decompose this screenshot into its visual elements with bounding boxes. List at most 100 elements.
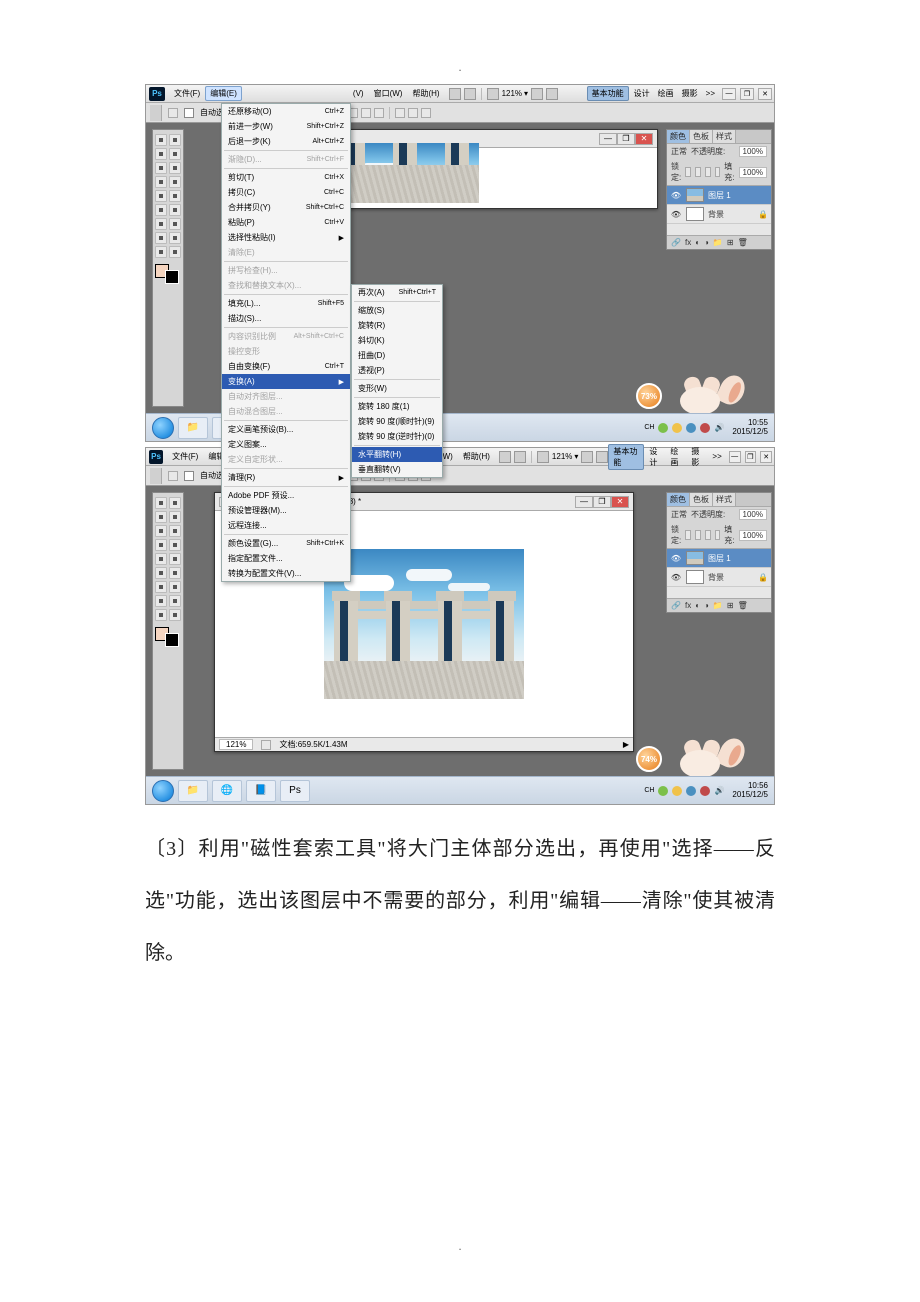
crop-tool-icon[interactable] xyxy=(155,162,167,174)
edit-menu-item[interactable]: 填充(L)...Shift+F5 xyxy=(222,296,350,311)
visibility-eye-icon[interactable]: 👁 xyxy=(670,552,682,564)
blur-tool-icon[interactable] xyxy=(155,581,167,593)
pen-tool-icon[interactable] xyxy=(155,595,167,607)
edit-menu-item[interactable]: 拷贝(C)Ctrl+C xyxy=(222,185,350,200)
taskbar-explorer-icon[interactable]: 📁 xyxy=(178,417,208,439)
stamp-tool-icon[interactable] xyxy=(155,190,167,202)
lock-transparency-icon[interactable] xyxy=(685,530,691,540)
stamp-tool-icon[interactable] xyxy=(155,553,167,565)
lasso-tool-icon[interactable] xyxy=(155,148,167,160)
options-bar-handle[interactable] xyxy=(150,105,162,121)
arrange-icon[interactable] xyxy=(596,451,608,463)
lock-all-icon[interactable] xyxy=(715,167,721,177)
lock-pixels-icon[interactable] xyxy=(695,167,701,177)
edit-menu-item[interactable]: 描边(S)... xyxy=(222,311,350,326)
edit-menu-item[interactable]: 定义画笔预设(B)... xyxy=(222,422,350,437)
edit-menu-item[interactable]: 定义自定形状... xyxy=(222,452,350,467)
menu-edit[interactable]: 编辑(E) xyxy=(205,86,242,101)
ime-label[interactable]: CH xyxy=(644,424,654,431)
color-swatches[interactable] xyxy=(155,627,179,647)
tray-icon[interactable] xyxy=(686,423,696,433)
transform-menu-item[interactable]: 旋转(R) xyxy=(352,318,442,333)
eyedropper-tool-icon[interactable] xyxy=(169,162,181,174)
transform-menu-item[interactable]: 旋转 90 度(逆时针)(0) xyxy=(352,429,442,444)
opacity-value[interactable]: 100% xyxy=(739,146,767,157)
taskbar-clock[interactable]: 10:562015/12/5 xyxy=(732,782,768,800)
window-minimize-icon[interactable]: — xyxy=(729,451,741,463)
blur-tool-icon[interactable] xyxy=(155,218,167,230)
pen-tool-icon[interactable] xyxy=(155,232,167,244)
edit-menu-item[interactable]: 剪切(T)Ctrl+X xyxy=(222,170,350,185)
panel-tab-color[interactable]: 颜色 xyxy=(667,493,690,506)
panel-tab-swatches[interactable]: 色板 xyxy=(690,493,713,506)
view-icon[interactable] xyxy=(537,451,549,463)
menu-help[interactable]: 帮助(H) xyxy=(407,86,444,101)
doc-restore-icon[interactable]: ❐ xyxy=(593,496,611,508)
edit-menu-item[interactable]: 还原移动(O)Ctrl+Z xyxy=(222,104,350,119)
path-select-tool-icon[interactable] xyxy=(155,609,167,621)
taskbar-word-icon[interactable]: 📘 xyxy=(246,780,276,802)
hand-icon[interactable] xyxy=(581,451,593,463)
edit-menu-item[interactable]: 转换为配置文件(V)... xyxy=(222,566,350,581)
shape-tool-icon[interactable] xyxy=(169,246,181,258)
window-restore-icon[interactable]: ❐ xyxy=(740,88,754,100)
taskbar-photoshop-icon[interactable]: Ps xyxy=(280,780,310,802)
marquee-tool-icon[interactable] xyxy=(169,497,181,509)
tray-icon[interactable] xyxy=(686,786,696,796)
workspace-more[interactable]: >> xyxy=(709,451,724,462)
menu-window[interactable]: 窗口(W) xyxy=(369,86,408,101)
doc-minimize-icon[interactable]: — xyxy=(599,133,617,145)
wand-tool-icon[interactable] xyxy=(169,511,181,523)
window-close-icon[interactable]: ✕ xyxy=(758,88,772,100)
lock-position-icon[interactable] xyxy=(705,530,711,540)
fill-value[interactable]: 100% xyxy=(739,530,767,541)
workspace-essentials[interactable]: 基本功能 xyxy=(587,86,629,101)
menu-file[interactable]: 文件(F) xyxy=(167,449,203,464)
options-bar-handle[interactable] xyxy=(150,468,162,484)
panel-tab-styles[interactable]: 样式 xyxy=(713,493,736,506)
type-tool-icon[interactable] xyxy=(169,232,181,244)
menu-filter-partial[interactable]: (V) xyxy=(348,87,369,100)
gradient-tool-icon[interactable] xyxy=(169,204,181,216)
history-brush-tool-icon[interactable] xyxy=(169,190,181,202)
edit-menu-item[interactable]: 合并拷贝(Y)Shift+Ctrl+C xyxy=(222,200,350,215)
panel-tab-swatches[interactable]: 色板 xyxy=(690,130,713,143)
link-layers-icon[interactable]: 🔗 xyxy=(671,601,681,610)
color-swatches[interactable] xyxy=(155,264,179,284)
layer-row[interactable]: 👁图层 1 xyxy=(667,549,771,568)
menu-file[interactable]: 文件(F) xyxy=(169,86,205,101)
transform-menu-item[interactable]: 旋转 90 度(顺时针)(9) xyxy=(352,414,442,429)
brush-tool-icon[interactable] xyxy=(169,176,181,188)
visibility-eye-icon[interactable]: 👁 xyxy=(670,189,682,201)
view-icon[interactable] xyxy=(487,88,499,100)
lasso-tool-icon[interactable] xyxy=(155,511,167,523)
edit-menu-item[interactable]: 指定配置文件... xyxy=(222,551,350,566)
lock-transparency-icon[interactable] xyxy=(685,167,691,177)
lock-pixels-icon[interactable] xyxy=(695,530,701,540)
transform-menu-item[interactable]: 再次(A)Shift+Ctrl+T xyxy=(352,285,442,300)
dodge-tool-icon[interactable] xyxy=(169,581,181,593)
marquee-tool-icon[interactable] xyxy=(169,134,181,146)
workspace-photography[interactable]: 摄影 xyxy=(688,445,707,469)
layer-row[interactable]: 👁背景🔒 xyxy=(667,205,771,224)
move-tool-icon[interactable] xyxy=(155,134,167,146)
arrange-icon[interactable] xyxy=(546,88,558,100)
link-layers-icon[interactable]: 🔗 xyxy=(671,238,681,247)
crop-tool-icon[interactable] xyxy=(155,525,167,537)
delete-layer-icon[interactable]: 🗑 xyxy=(738,601,748,610)
edit-menu-item[interactable]: 清理(R)▶ xyxy=(222,470,350,485)
toolbar-mb-icon[interactable] xyxy=(514,451,526,463)
taskbar-clock[interactable]: 10:552015/12/5 xyxy=(732,419,768,437)
edit-menu-item[interactable]: 自动对齐图层... xyxy=(222,389,350,404)
transform-menu-item[interactable]: 缩放(S) xyxy=(352,303,442,318)
blend-mode-dropdown[interactable]: 正常 xyxy=(671,509,687,520)
align-icon[interactable] xyxy=(374,108,384,118)
workspace-painting[interactable]: 绘画 xyxy=(667,445,686,469)
history-brush-tool-icon[interactable] xyxy=(169,553,181,565)
new-layer-icon[interactable]: ⊞ xyxy=(727,601,734,610)
workspace-more[interactable]: >> xyxy=(703,88,718,99)
workspace-photography[interactable]: 摄影 xyxy=(679,87,701,100)
eraser-tool-icon[interactable] xyxy=(155,204,167,216)
doc-close-icon[interactable]: ✕ xyxy=(635,133,653,145)
edit-menu-item[interactable]: 拼写检查(H)... xyxy=(222,263,350,278)
